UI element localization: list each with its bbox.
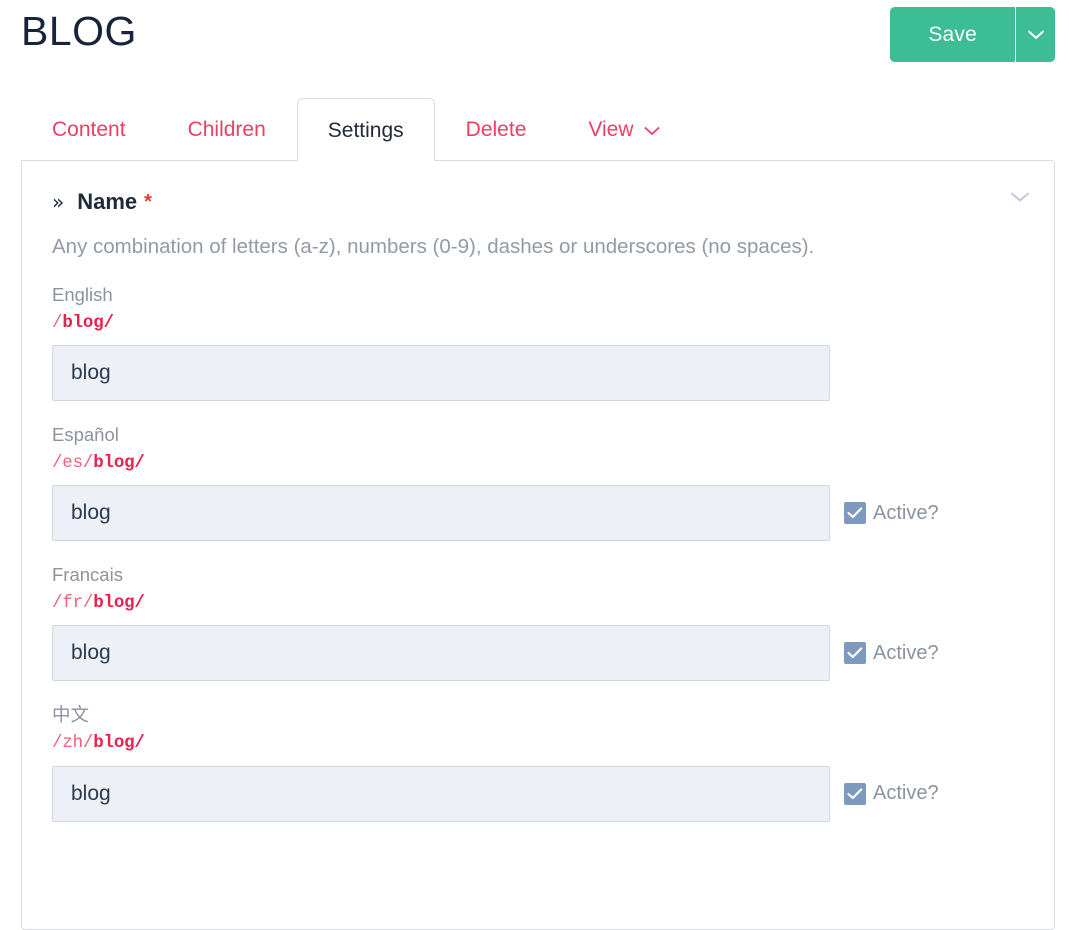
save-dropdown-toggle[interactable]	[1015, 7, 1055, 62]
name-input-espanol[interactable]	[52, 485, 830, 542]
chevron-down-icon	[1027, 29, 1045, 41]
name-input-zhongwen[interactable]	[52, 765, 830, 822]
input-line: Active?	[52, 625, 1024, 682]
url-path-preview: /blog/	[52, 310, 1024, 336]
active-label: Active?	[873, 501, 939, 524]
tab-label: Content	[52, 118, 126, 141]
section-description: Any combination of letters (a-z), number…	[52, 235, 815, 258]
page-header: BLOG Save	[0, 0, 1069, 95]
page-title: BLOG	[21, 8, 137, 54]
tab-label: View	[588, 117, 634, 141]
url-path-slug: blog/	[93, 733, 145, 754]
tab-children[interactable]: Children	[157, 97, 297, 160]
url-path-prefix: /	[52, 312, 63, 333]
tab-label: Delete	[465, 118, 527, 141]
panel-bottom-spacer	[52, 822, 1024, 852]
field-row-espanol: Español /es/blog/ Active?	[52, 401, 1024, 542]
active-checkbox-espanol[interactable]: Active?	[844, 502, 939, 525]
section-collapse-toggle[interactable]	[1010, 191, 1030, 203]
tab-settings[interactable]: Settings	[296, 98, 435, 161]
save-button-group: Save	[890, 7, 1055, 62]
url-path-prefix: /es/	[52, 452, 94, 473]
page-root: BLOG Save Content Children Settings Dele…	[0, 0, 1069, 930]
chevron-down-icon	[1010, 190, 1030, 207]
save-button[interactable]: Save	[890, 7, 1015, 62]
double-chevron-right-icon: »	[52, 190, 65, 214]
field-row-francais: Francais /fr/blog/ Active?	[52, 541, 1024, 682]
field-row-zhongwen: 中文 /zh/blog/ Active?	[52, 681, 1024, 822]
tab-delete[interactable]: Delete	[435, 97, 558, 160]
required-marker: *	[144, 191, 152, 213]
active-label: Active?	[873, 782, 939, 805]
field-row-english: English /blog/	[52, 261, 1024, 401]
active-checkbox-francais[interactable]: Active?	[844, 642, 939, 665]
checkbox-checked-icon	[844, 642, 866, 665]
url-path-preview: /fr/blog/	[52, 590, 1024, 616]
tab-bar: Content Children Settings Delete View	[21, 95, 1055, 161]
tab-content[interactable]: Content	[21, 97, 157, 160]
name-fields-list: English /blog/ Español /es/blog/	[22, 261, 1054, 852]
url-path-slug: blog/	[93, 452, 145, 473]
name-section-header[interactable]: » Name *	[22, 161, 1054, 215]
active-checkbox-zhongwen[interactable]: Active?	[844, 782, 939, 805]
active-label: Active?	[873, 641, 939, 664]
url-path-slug: blog/	[62, 312, 114, 333]
input-line: Active?	[52, 485, 1024, 542]
chevron-down-icon	[644, 98, 660, 161]
language-label: English	[52, 283, 113, 305]
url-path-slug: blog/	[93, 593, 145, 614]
language-label: 中文	[52, 704, 90, 726]
checkbox-checked-icon	[844, 502, 866, 525]
name-input-english[interactable]	[52, 344, 830, 401]
url-path-prefix: /zh/	[52, 733, 94, 754]
section-title: Name	[77, 189, 138, 214]
language-label: Español	[52, 423, 119, 445]
input-line	[52, 344, 1024, 401]
language-label: Francais	[52, 564, 123, 586]
settings-panel: » Name * Any combination of letters (a-z…	[21, 160, 1055, 930]
tab-label: Children	[187, 118, 266, 141]
tab-label: Settings	[327, 119, 404, 142]
tab-view[interactable]: View	[557, 97, 690, 160]
name-input-francais[interactable]	[52, 625, 830, 682]
checkbox-checked-icon	[844, 782, 866, 805]
url-path-prefix: /fr/	[52, 593, 94, 614]
url-path-preview: /es/blog/	[52, 450, 1024, 476]
input-line: Active?	[52, 765, 1024, 822]
url-path-preview: /zh/blog/	[52, 730, 1024, 756]
